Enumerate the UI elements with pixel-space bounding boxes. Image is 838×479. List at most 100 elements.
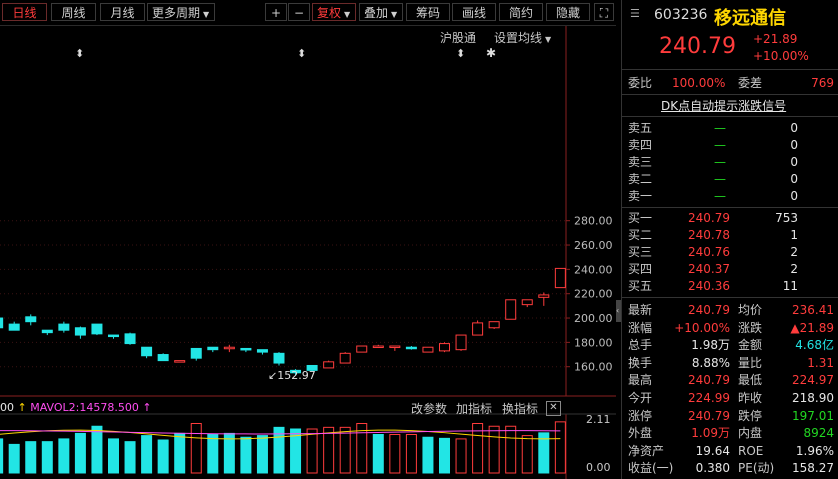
menu-icon[interactable]: ☰ xyxy=(630,7,640,20)
volume-bar xyxy=(488,425,500,474)
volume-bar xyxy=(306,428,318,474)
stat-label: 最新 xyxy=(628,303,653,317)
candle-body xyxy=(41,329,53,334)
candle-body xyxy=(472,322,484,336)
candlestick-series xyxy=(0,267,566,376)
candle-body xyxy=(157,354,169,362)
index-label[interactable]: 沪股通 xyxy=(440,29,476,46)
bid-row: 买三 240.76 2 xyxy=(628,243,834,261)
stat-value: 218.90 xyxy=(792,391,834,405)
candle-body xyxy=(521,299,533,306)
bid-price: 240.76 xyxy=(688,245,730,259)
chips-button[interactable]: 筹码 xyxy=(406,3,450,21)
divider xyxy=(622,69,838,70)
candle-body xyxy=(372,345,384,349)
volume-bar xyxy=(439,437,450,474)
volume-bar xyxy=(58,438,70,474)
add-indicator-button[interactable]: 加指标 xyxy=(456,400,492,417)
event-marker-icon[interactable]: ⬍ xyxy=(297,47,306,60)
volume-bar xyxy=(0,438,4,474)
volume-bar xyxy=(372,434,384,474)
bid-volume: 2 xyxy=(790,245,798,259)
divider xyxy=(622,297,838,298)
volume-bar xyxy=(240,436,252,474)
fuquan-label: 复权 xyxy=(317,6,342,20)
ask-price: — xyxy=(714,138,726,152)
price-change-pct: +10.00% xyxy=(753,49,809,63)
more-periods-dropdown[interactable]: 更多周期 ▼ xyxy=(147,3,215,21)
candle-body xyxy=(91,323,103,335)
quote-row: 涨停 240.79 跌停 197.01 xyxy=(628,407,834,425)
y-tick-label: 220.00 xyxy=(574,288,613,301)
quote-panel: ☰ 603236 移远通信 240.79 +21.89 +10.00% 委比 1… xyxy=(621,0,838,479)
star-marker-icon[interactable]: ✱ xyxy=(486,46,496,60)
close-icon[interactable]: ✕ xyxy=(546,401,561,416)
tab-weekly[interactable]: 周线 xyxy=(51,3,96,21)
stat-value: 8.88% xyxy=(691,355,730,370)
quote-row: 换手 8.88% 量比 1.31 xyxy=(628,354,834,372)
ma-settings-button[interactable]: 设置均线 ▼ xyxy=(494,29,551,46)
wb-value: 100.00% xyxy=(672,76,726,90)
event-marker-icon[interactable]: ⬍ xyxy=(75,47,84,60)
simple-mode-button[interactable]: 简约 xyxy=(499,3,543,21)
y-tick-label: 180.00 xyxy=(574,336,613,349)
y-tick-label: 240.00 xyxy=(574,263,613,276)
zoom-out-button[interactable]: − xyxy=(288,3,310,21)
stat-value: 236.41 xyxy=(792,303,834,317)
dk-signal-link[interactable]: DK点自动提示涨跌信号 xyxy=(661,97,786,114)
ask-row: 卖三 — 0 xyxy=(628,153,834,171)
tab-monthly[interactable]: 月线 xyxy=(100,3,145,21)
fuquan-dropdown[interactable]: 复权 ▼ xyxy=(312,3,356,21)
volume-bar xyxy=(124,441,136,474)
volume-bar xyxy=(174,432,186,474)
volume-bar xyxy=(389,434,401,474)
candle-body xyxy=(256,349,268,353)
price-axis: 280.00 260.00 240.00 220.00 200.00 180.00 160.… xyxy=(566,215,613,374)
edit-params-button[interactable]: 改参数 xyxy=(411,400,447,417)
bid-price: 240.36 xyxy=(688,279,730,293)
ask-level-label: 卖五 xyxy=(628,121,653,135)
price-change: +21.89 xyxy=(753,32,798,46)
stat-label: 跌停 xyxy=(738,408,763,423)
candle-body xyxy=(124,333,136,345)
low-price-annotation: ↙152.97 xyxy=(268,369,316,382)
switch-indicator-button[interactable]: 换指标 xyxy=(502,400,538,417)
stat-value: 240.79 xyxy=(688,303,730,317)
stat-label: 昨收 xyxy=(738,391,763,405)
bid-level-label: 买四 xyxy=(628,262,653,276)
overlay-dropdown[interactable]: 叠加 ▼ xyxy=(359,3,403,21)
ask-volume: 0 xyxy=(790,189,798,203)
hide-button[interactable]: 隐藏 xyxy=(546,3,590,21)
stat-label: 总手 xyxy=(628,338,653,353)
candle-body xyxy=(141,346,153,357)
overlay-label: 叠加 xyxy=(364,6,389,20)
volume-bar xyxy=(25,441,37,474)
tab-daily[interactable]: 日线 xyxy=(2,3,47,21)
y-tick-label: 200.00 xyxy=(574,312,613,325)
zoom-in-button[interactable]: + xyxy=(265,3,287,21)
order-ratio-row: 委比 100.00% 委差 769 xyxy=(628,74,834,92)
fullscreen-icon[interactable]: ⛶ xyxy=(594,3,614,21)
candle-body xyxy=(25,316,37,323)
bid-volume: 2 xyxy=(790,262,798,276)
draw-line-button[interactable]: 画线 xyxy=(452,3,496,21)
dropdown-arrow-icon: ▼ xyxy=(391,10,398,19)
quote-row: 最新 240.79 均价 236.41 xyxy=(628,301,834,319)
ask-volume: 0 xyxy=(790,172,798,186)
volume-bar xyxy=(157,439,169,474)
bid-level-label: 买一 xyxy=(628,211,653,225)
volume-bar xyxy=(554,421,566,474)
volume-bar xyxy=(41,441,53,474)
candle-body xyxy=(538,294,550,298)
dropdown-arrow-icon: ▼ xyxy=(545,35,552,44)
stat-label: 涨幅 xyxy=(628,320,653,335)
ask-price: — xyxy=(714,189,726,203)
stat-label: 外盘 xyxy=(628,426,653,441)
candle-body xyxy=(174,360,186,363)
volume-bar xyxy=(323,426,335,474)
candle-body xyxy=(273,352,285,364)
volume-axis-bottom: 0.00 xyxy=(586,461,611,474)
event-marker-icon[interactable]: ⬍ xyxy=(456,47,465,60)
stat-label: 收益(一) xyxy=(628,461,674,476)
stat-value: 1.98万 xyxy=(691,338,730,353)
